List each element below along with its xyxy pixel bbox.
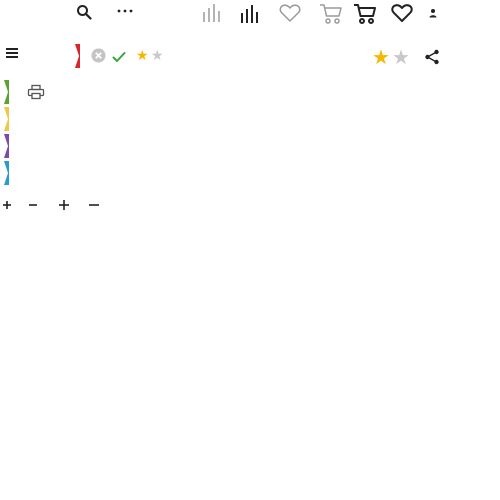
check-icon [112, 52, 126, 62]
flag-icon-blue[interactable] [3, 161, 11, 185]
clear-button[interactable] [91, 48, 106, 63]
cart-button[interactable] [353, 3, 377, 25]
more-icon [117, 9, 133, 13]
star-empty-icon[interactable]: ★ [151, 49, 164, 63]
share-icon [425, 49, 439, 65]
flag-icon [75, 44, 80, 68]
menu-button[interactable] [5, 47, 19, 59]
cart-icon-outline [320, 4, 342, 24]
heart-icon [391, 4, 413, 22]
user-icon [429, 9, 437, 18]
rating-large[interactable]: ★ ★ [372, 47, 414, 69]
compare-icon-outline [203, 4, 220, 22]
confirm-button[interactable] [112, 51, 126, 63]
account-button[interactable] [428, 8, 438, 18]
clear-icon [91, 48, 106, 63]
decrement-button-2[interactable] [87, 198, 101, 212]
search-icon [77, 5, 92, 20]
compare-icon-solid [241, 5, 258, 23]
share-button[interactable] [424, 49, 440, 65]
plus-icon [3, 201, 11, 209]
rating-small[interactable]: ★ ★ [136, 49, 168, 65]
flag-icon-green[interactable] [3, 80, 11, 104]
flag-icon-purple[interactable] [3, 134, 11, 158]
print-icon [27, 84, 45, 100]
wishlist-button[interactable] [391, 3, 413, 23]
flag-button-red[interactable] [73, 44, 81, 68]
cart-icon-solid [354, 4, 376, 24]
flag-list [0, 80, 12, 190]
menu-icon [6, 48, 18, 58]
heart-icon-outline [279, 4, 301, 22]
wishlist-button-outline[interactable] [279, 3, 301, 23]
minus-icon [89, 204, 99, 206]
flag-icon-yellow[interactable] [3, 107, 11, 131]
increment-button-2[interactable] [57, 198, 71, 212]
compare-button-outline[interactable] [202, 2, 222, 24]
decrement-button-1[interactable] [27, 198, 39, 212]
minus-icon [29, 204, 37, 206]
star-empty-icon[interactable]: ★ [392, 47, 410, 67]
plus-icon [59, 200, 69, 210]
more-button[interactable] [116, 4, 134, 18]
cart-button-outline[interactable] [319, 3, 343, 25]
compare-button[interactable] [240, 3, 260, 25]
star-filled-icon[interactable]: ★ [372, 47, 390, 67]
star-filled-icon[interactable]: ★ [136, 49, 149, 63]
increment-button-1[interactable] [1, 198, 13, 212]
print-button[interactable] [27, 84, 45, 100]
search-button[interactable] [76, 4, 92, 20]
